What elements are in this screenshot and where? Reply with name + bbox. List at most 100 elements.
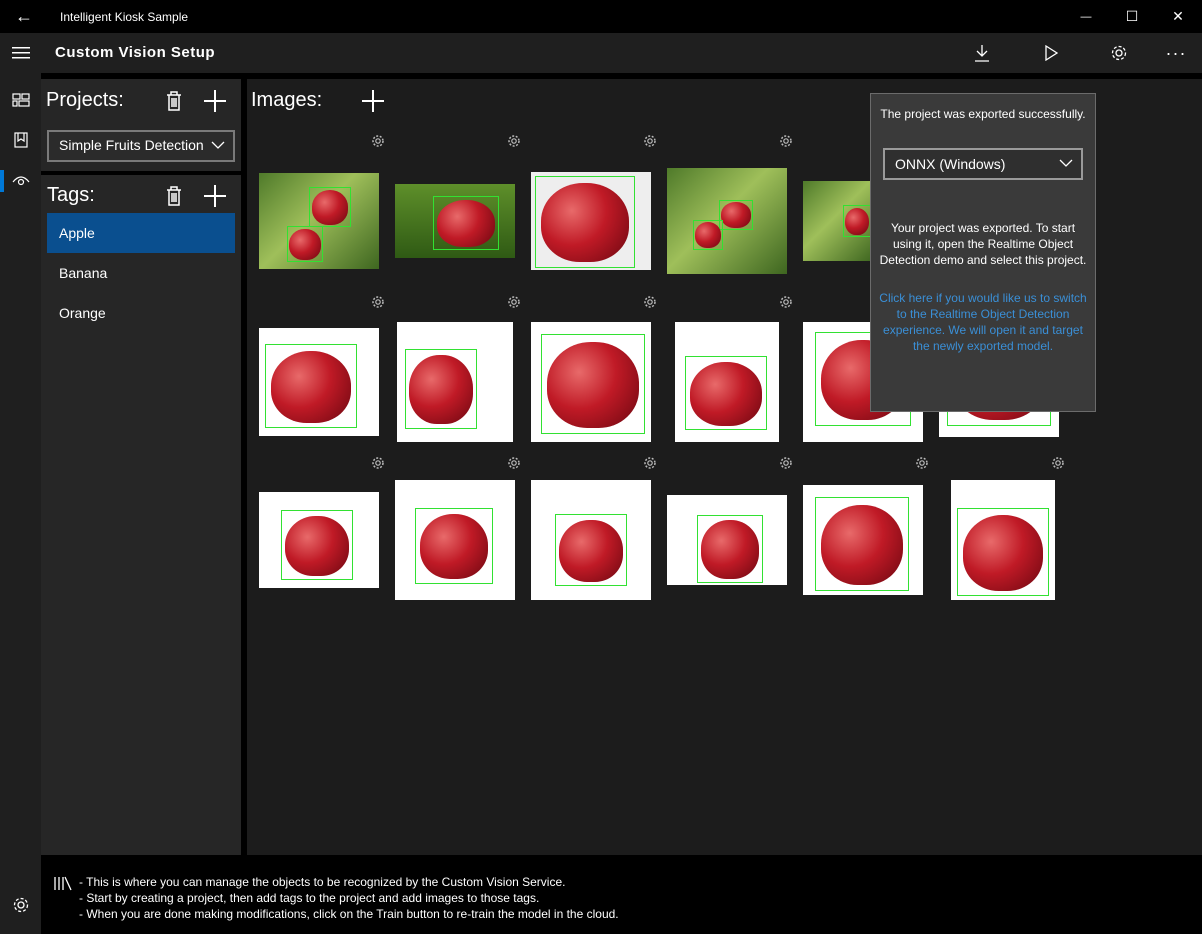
minimize-button[interactable]: — bbox=[1063, 0, 1109, 33]
project-dropdown-value: Simple Fruits Detection bbox=[59, 137, 204, 153]
image-thumbnail[interactable] bbox=[803, 181, 873, 261]
bounding-box bbox=[693, 220, 723, 250]
export-success-title: The project was exported successfully. bbox=[880, 107, 1086, 121]
plus-icon bbox=[362, 90, 384, 112]
add-image-button[interactable] bbox=[358, 86, 388, 116]
add-project-button[interactable] bbox=[200, 86, 230, 116]
image-thumbnail[interactable] bbox=[259, 492, 379, 588]
export-flyout: The project was exported successfully. O… bbox=[870, 93, 1096, 412]
bounding-box bbox=[697, 515, 763, 583]
more-icon: ··· bbox=[1165, 42, 1187, 63]
add-tag-button[interactable] bbox=[200, 181, 230, 211]
play-icon bbox=[1045, 45, 1058, 61]
gear-icon bbox=[1111, 45, 1127, 61]
bounding-box bbox=[815, 497, 909, 591]
delete-tag-button[interactable] bbox=[159, 181, 189, 211]
image-thumbnail[interactable] bbox=[397, 322, 513, 442]
help-line-2: - Start by creating a project, then add … bbox=[79, 891, 540, 905]
tags-title: Tags: bbox=[47, 184, 95, 206]
image-settings-gear-icon[interactable] bbox=[779, 134, 793, 148]
image-thumbnail[interactable] bbox=[675, 322, 779, 442]
settings-button[interactable] bbox=[0, 885, 41, 925]
image-thumbnail[interactable] bbox=[667, 495, 787, 585]
image-settings-gear-icon[interactable] bbox=[779, 295, 793, 309]
close-button[interactable]: ✕ bbox=[1155, 0, 1201, 33]
gear-icon bbox=[13, 897, 28, 913]
image-thumbnail[interactable] bbox=[395, 184, 515, 258]
bounding-box bbox=[541, 334, 645, 434]
back-button[interactable]: ← bbox=[0, 0, 48, 33]
bounding-box bbox=[281, 510, 353, 580]
trash-icon bbox=[167, 186, 181, 206]
image-settings-gear-icon[interactable] bbox=[1051, 456, 1065, 470]
tags-panel: Tags: Apple Banana Orange bbox=[41, 175, 241, 855]
nav-vision-button[interactable] bbox=[0, 160, 41, 200]
maximize-icon: ☐ bbox=[1125, 8, 1139, 24]
export-button[interactable] bbox=[966, 37, 998, 69]
minimize-icon: — bbox=[1080, 10, 1092, 23]
project-dropdown[interactable]: Simple Fruits Detection bbox=[47, 130, 235, 162]
delete-project-button[interactable] bbox=[159, 86, 189, 116]
image-thumbnail[interactable] bbox=[531, 322, 651, 442]
bounding-box bbox=[685, 356, 767, 430]
more-options-button[interactable]: ··· bbox=[1160, 37, 1192, 69]
image-thumbnail[interactable] bbox=[531, 480, 651, 600]
dashboard-icon bbox=[11, 93, 30, 107]
tag-item-orange[interactable]: Orange bbox=[47, 293, 235, 333]
image-settings-gear-icon[interactable] bbox=[371, 134, 385, 148]
image-settings-gear-icon[interactable] bbox=[371, 456, 385, 470]
bounding-box bbox=[265, 344, 357, 428]
bounding-box bbox=[843, 205, 871, 237]
export-format-value: ONNX (Windows) bbox=[895, 156, 1006, 172]
hamburger-menu-button[interactable] bbox=[0, 33, 41, 73]
app-title: Intelligent Kiosk Sample bbox=[60, 9, 189, 24]
image-settings-gear-icon[interactable] bbox=[371, 295, 385, 309]
help-line-1: - This is where you can manage the objec… bbox=[79, 875, 566, 889]
bookmark-icon bbox=[13, 132, 28, 148]
image-settings-gear-icon[interactable] bbox=[507, 456, 521, 470]
image-settings-gear-icon[interactable] bbox=[507, 134, 521, 148]
image-thumbnail[interactable] bbox=[531, 172, 651, 270]
image-thumbnail[interactable] bbox=[667, 168, 787, 274]
chevron-down-icon bbox=[211, 141, 225, 149]
page-header: Custom Vision Setup ··· bbox=[41, 33, 1202, 73]
download-icon bbox=[975, 45, 989, 62]
bounding-box bbox=[957, 508, 1049, 596]
image-thumbnail[interactable] bbox=[259, 328, 379, 436]
bounding-box bbox=[415, 508, 493, 584]
close-icon: ✕ bbox=[1172, 8, 1184, 24]
bounding-box bbox=[433, 196, 499, 250]
image-thumbnail[interactable] bbox=[395, 480, 515, 600]
image-thumbnail[interactable] bbox=[259, 173, 379, 269]
nav-rail bbox=[0, 33, 41, 934]
export-format-dropdown[interactable]: ONNX (Windows) bbox=[883, 148, 1083, 180]
projects-title: Projects: bbox=[46, 89, 124, 111]
train-button[interactable] bbox=[1035, 37, 1067, 69]
tag-item-banana[interactable]: Banana bbox=[47, 253, 235, 293]
maximize-button[interactable]: ☐ bbox=[1109, 0, 1155, 33]
image-settings-gear-icon[interactable] bbox=[779, 456, 793, 470]
image-thumbnail[interactable] bbox=[803, 485, 923, 595]
nav-demos-button[interactable] bbox=[0, 80, 41, 120]
image-settings-gear-icon[interactable] bbox=[643, 295, 657, 309]
trash-icon bbox=[167, 91, 181, 111]
chevron-down-icon bbox=[1059, 159, 1073, 167]
nav-bookmarks-button[interactable] bbox=[0, 120, 41, 160]
tag-item-apple[interactable]: Apple bbox=[47, 213, 235, 253]
help-footer: - This is where you can manage the objec… bbox=[41, 855, 1202, 934]
library-icon bbox=[54, 876, 72, 891]
bounding-box bbox=[535, 176, 635, 268]
image-thumbnail[interactable] bbox=[951, 480, 1055, 600]
title-bar: ← Intelligent Kiosk Sample — ☐ ✕ bbox=[0, 0, 1202, 33]
back-arrow-icon: ← bbox=[15, 6, 33, 26]
bounding-box bbox=[309, 187, 351, 227]
bounding-box bbox=[287, 226, 323, 262]
bounding-box bbox=[555, 514, 627, 586]
header-settings-button[interactable] bbox=[1103, 37, 1135, 69]
image-settings-gear-icon[interactable] bbox=[643, 456, 657, 470]
image-settings-gear-icon[interactable] bbox=[507, 295, 521, 309]
image-settings-gear-icon[interactable] bbox=[915, 456, 929, 470]
eye-icon bbox=[12, 176, 29, 186]
image-settings-gear-icon[interactable] bbox=[643, 134, 657, 148]
switch-demo-link[interactable]: Click here if you would like us to switc… bbox=[877, 290, 1089, 354]
